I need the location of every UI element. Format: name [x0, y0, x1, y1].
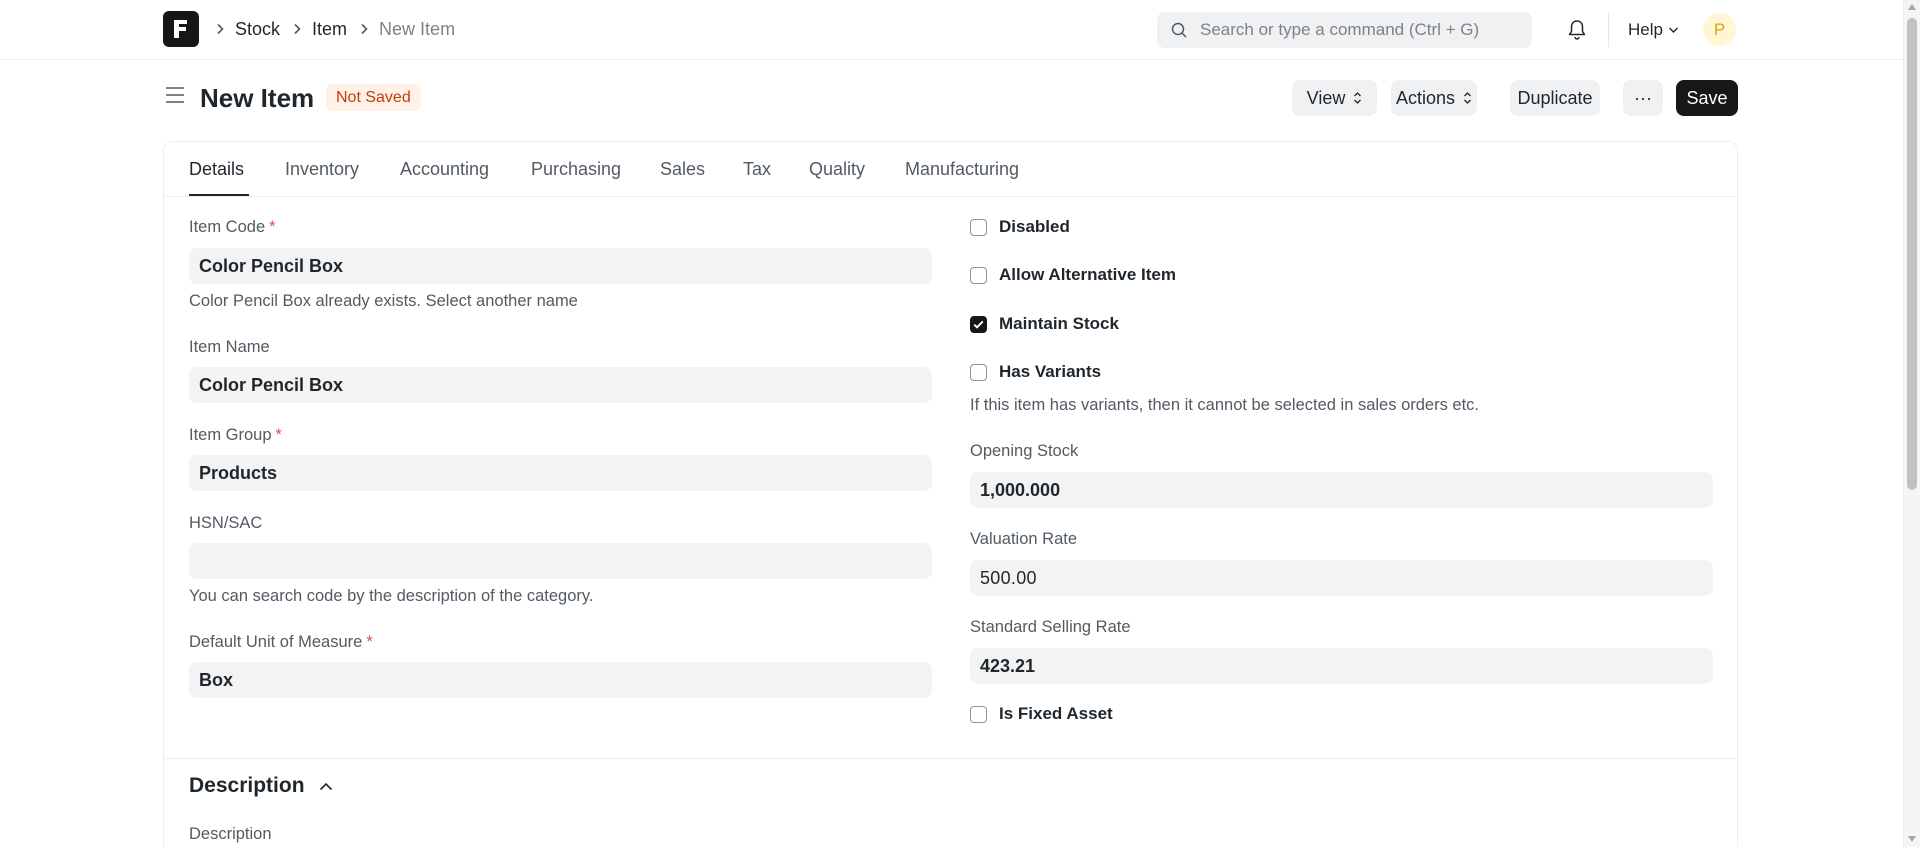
breadcrumb-stock[interactable]: Stock [235, 19, 280, 40]
scroll-up-arrow-icon[interactable] [1908, 4, 1916, 10]
hsn-sac-label: HSN/SAC [189, 514, 263, 532]
sidebar-toggle-icon[interactable] [165, 86, 185, 109]
help-label: Help [1628, 20, 1663, 39]
actions-button[interactable]: Actions [1391, 80, 1477, 116]
search-icon [1171, 22, 1187, 38]
standard-selling-rate-label: Standard Selling Rate [970, 618, 1131, 636]
item-form: Details Inventory Accounting Purchasing … [163, 141, 1738, 847]
save-button[interactable]: Save [1676, 80, 1738, 116]
description-section-title: Description [189, 774, 305, 797]
actions-label: Actions [1395, 87, 1456, 108]
breadcrumb-item[interactable]: Item [312, 19, 347, 40]
page-scrollbar[interactable] [1903, 0, 1920, 847]
uom-label: Default Unit of Measure * [189, 633, 373, 651]
tab-quality[interactable]: Quality [809, 159, 865, 180]
opening-stock-field[interactable]: 1,000.000 [970, 472, 1713, 508]
top-navbar: Stock Item New Item Help P [0, 0, 1903, 60]
standard-selling-rate-field[interactable]: 423.21 [970, 648, 1713, 684]
notification-bell-icon[interactable] [1567, 19, 1587, 46]
is-fixed-asset-label: Is Fixed Asset [999, 704, 1113, 723]
uom-field[interactable]: Box [189, 662, 932, 698]
status-badge: Not Saved [326, 84, 421, 111]
chevron-up-icon[interactable] [319, 782, 333, 791]
active-tab-indicator [189, 194, 249, 196]
frappe-logo-icon [174, 20, 187, 38]
form-tabs: Details Inventory Accounting Purchasing … [164, 142, 1737, 197]
has-variants-checkbox-row[interactable]: Has Variants [970, 362, 1101, 382]
more-options-button[interactable]: ··· [1623, 80, 1663, 116]
chevron-right-icon [292, 23, 302, 35]
sort-arrows-icon [1464, 92, 1471, 104]
checkmark-icon [973, 320, 984, 329]
disabled-checkbox-row[interactable]: Disabled [970, 217, 1070, 237]
chevron-down-icon [1668, 27, 1678, 33]
hsn-sac-field[interactable] [189, 543, 932, 579]
description-field-label: Description [189, 825, 272, 843]
is-fixed-asset-checkbox[interactable] [970, 705, 987, 723]
view-button[interactable]: View [1292, 80, 1377, 116]
description-section-header[interactable]: Description [189, 774, 333, 798]
tab-tax[interactable]: Tax [743, 159, 771, 180]
allow-alternative-label: Allow Alternative Item [999, 265, 1176, 284]
navbar-divider [1608, 13, 1609, 47]
item-name-label: Item Name [189, 338, 270, 356]
item-name-field[interactable]: Color Pencil Box [189, 367, 932, 403]
search-bar[interactable] [1157, 12, 1532, 48]
item-code-error-text: Color Pencil Box already exists. Select … [189, 292, 578, 310]
valuation-rate-field[interactable]: 500.00 [970, 560, 1713, 596]
sort-arrows-icon [1354, 92, 1362, 104]
has-variants-checkbox[interactable] [970, 363, 987, 381]
has-variants-label: Has Variants [999, 362, 1102, 381]
search-input[interactable] [1200, 20, 1520, 40]
has-variants-help-text: If this item has variants, then it canno… [970, 396, 1480, 414]
opening-stock-label: Opening Stock [970, 442, 1079, 460]
hsn-sac-help-text: You can search code by the description o… [189, 587, 594, 605]
tab-sales[interactable]: Sales [660, 159, 705, 180]
duplicate-button[interactable]: Duplicate [1510, 80, 1600, 116]
tab-inventory[interactable]: Inventory [285, 159, 359, 180]
breadcrumb: Stock Item New Item [213, 0, 465, 58]
allow-alternative-checkbox-row[interactable]: Allow Alternative Item [970, 265, 1176, 285]
help-menu[interactable]: Help [1628, 20, 1679, 40]
is-fixed-asset-checkbox-row[interactable]: Is Fixed Asset [970, 704, 1113, 724]
item-group-field[interactable]: Products [189, 455, 932, 491]
breadcrumb-new-item: New Item [379, 18, 456, 39]
disabled-checkbox[interactable] [970, 218, 987, 236]
tab-details[interactable]: Details [189, 159, 244, 180]
user-avatar[interactable]: P [1703, 13, 1736, 46]
tab-manufacturing[interactable]: Manufacturing [905, 159, 1019, 180]
allow-alternative-checkbox[interactable] [970, 266, 987, 284]
tab-accounting[interactable]: Accounting [400, 159, 489, 180]
chevron-right-icon [359, 23, 369, 35]
maintain-stock-checkbox-row[interactable]: Maintain Stock [970, 314, 1119, 334]
view-label: View [1306, 87, 1346, 108]
maintain-stock-label: Maintain Stock [999, 314, 1119, 333]
maintain-stock-checkbox[interactable] [970, 315, 987, 333]
item-code-field[interactable]: Color Pencil Box [189, 248, 932, 284]
valuation-rate-label: Valuation Rate [970, 530, 1078, 548]
scroll-down-arrow-icon[interactable] [1908, 836, 1916, 842]
tab-purchasing[interactable]: Purchasing [531, 159, 621, 180]
app-logo[interactable] [163, 11, 199, 47]
page-title: New Item [200, 83, 315, 113]
item-group-label: Item Group * [189, 426, 282, 444]
item-code-label: Item Code * [189, 218, 276, 236]
scrollbar-thumb[interactable] [1907, 18, 1917, 490]
section-divider [164, 758, 1737, 759]
chevron-right-icon [215, 23, 225, 35]
disabled-label: Disabled [999, 217, 1070, 236]
